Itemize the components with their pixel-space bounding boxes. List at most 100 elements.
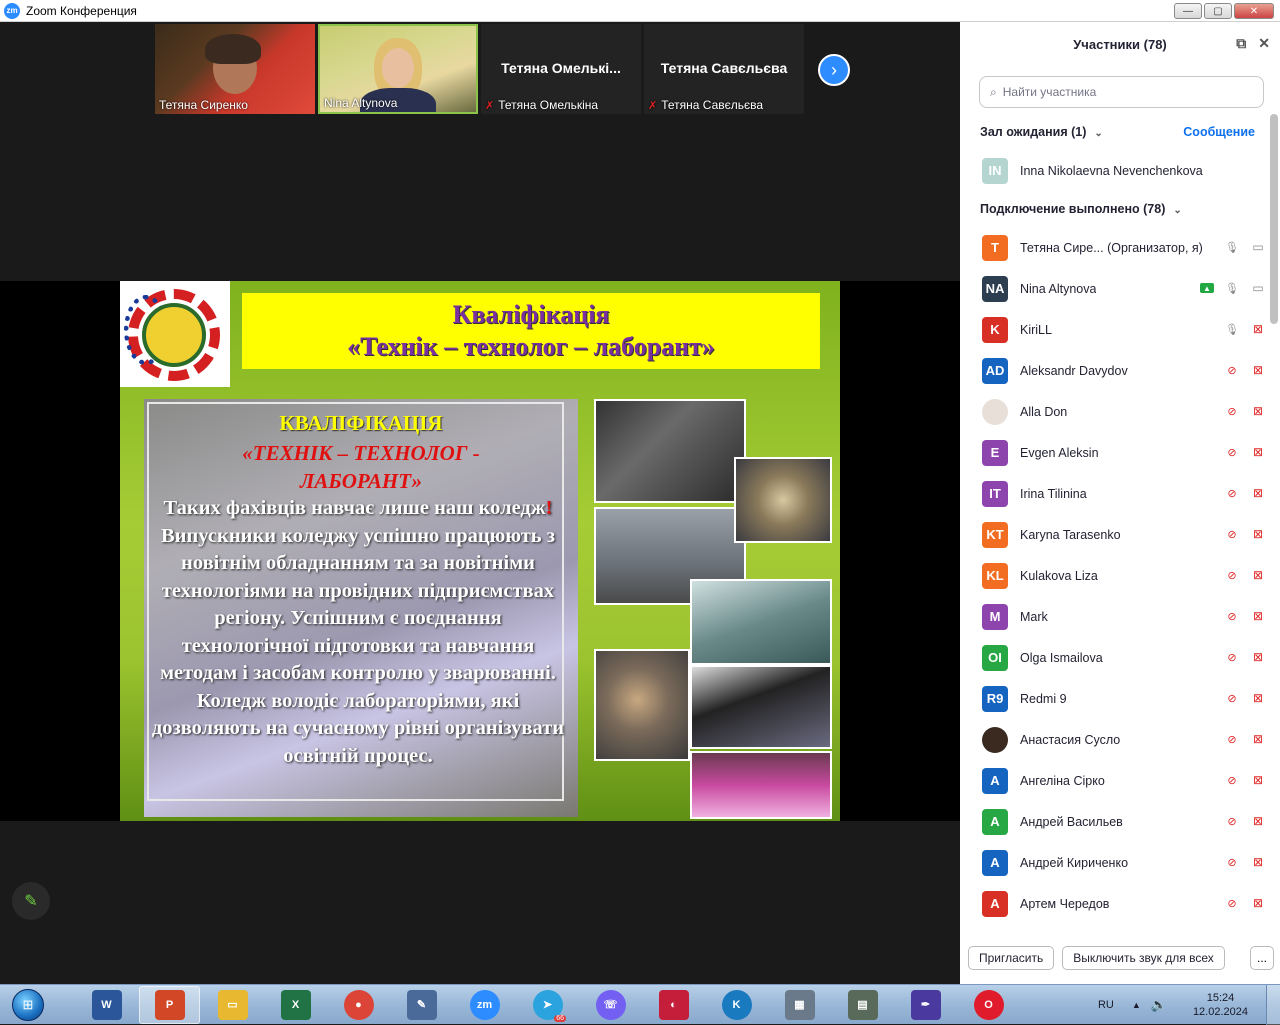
video-tile[interactable]: Тетяна Омелькі... ✗ Тетяна Омелькіна	[481, 24, 641, 114]
mic-icon[interactable]: 🎙	[1224, 280, 1240, 296]
participant-row[interactable]: M Mark ⊘ ⊠	[960, 596, 1280, 637]
scanner-icon: ▤	[847, 989, 878, 1020]
video-off-icon[interactable]: ⊠	[1250, 321, 1266, 337]
invite-button[interactable]: Пригласить	[968, 946, 1055, 970]
video-off-icon[interactable]: ⊠	[1250, 731, 1266, 747]
video-off-icon[interactable]: ⊠	[1250, 403, 1266, 419]
taskbar-app-button[interactable]: P	[139, 985, 200, 1024]
mic-muted-icon[interactable]: ⊘	[1224, 567, 1240, 583]
taskbar-app-button[interactable]: ✎	[391, 986, 452, 1024]
mic-muted-icon[interactable]: ⊘	[1224, 895, 1240, 911]
video-off-icon[interactable]: ⊠	[1250, 362, 1266, 378]
mic-muted-icon[interactable]: ⊘	[1224, 485, 1240, 501]
slide-title-box: Кваліфікація «Технік – технолог – лабора…	[242, 293, 820, 369]
more-options-button[interactable]: ...	[1250, 946, 1274, 970]
connected-section-toggle[interactable]: Подключение выполнено (78) ⌄	[980, 202, 1182, 216]
popout-icon[interactable]: ⧉	[1236, 35, 1246, 52]
chevron-down-icon: ⌄	[1173, 205, 1182, 216]
show-hidden-icons-icon[interactable]: ▲	[1132, 1000, 1141, 1010]
mute-all-button[interactable]: Выключить звук для всех	[1062, 946, 1225, 970]
participant-row[interactable]: IT Irina Tilinina ⊘ ⊠	[960, 473, 1280, 514]
start-button[interactable]: ⊞	[8, 985, 48, 1025]
participant-row[interactable]: A Ангеліна Сірко ⊘ ⊠	[960, 760, 1280, 801]
taskbar-app-button[interactable]: ☏	[580, 986, 641, 1024]
participant-row[interactable]: KT Karyna Tarasenko ⊘ ⊠	[960, 514, 1280, 555]
language-indicator[interactable]: RU	[1098, 999, 1114, 1011]
video-off-icon[interactable]: ⊠	[1250, 649, 1266, 665]
video-tile[interactable]: Тетяна Сиренко	[155, 24, 315, 114]
taskbar-app-button[interactable]: O	[958, 986, 1019, 1024]
video-off-icon[interactable]: ⊠	[1250, 608, 1266, 624]
participant-row[interactable]: A Андрей Васильев ⊘ ⊠	[960, 801, 1280, 842]
mic-muted-icon[interactable]: ⊘	[1224, 362, 1240, 378]
video-off-icon[interactable]: ⊠	[1250, 813, 1266, 829]
mic-muted-icon[interactable]: ⊘	[1224, 649, 1240, 665]
taskbar-app-button[interactable]: K	[706, 986, 767, 1024]
participant-row[interactable]: A Артем Чередов ⊘ ⊠	[960, 883, 1280, 924]
mic-muted-icon[interactable]: ⊘	[1224, 608, 1240, 624]
participant-row[interactable]: K KiriLL 🎙 ⊠	[960, 309, 1280, 350]
taskbar-app-button[interactable]: zm	[454, 986, 515, 1024]
taskbar-app-button[interactable]: ▭	[202, 986, 263, 1024]
video-icon[interactable]: ▭	[1250, 280, 1266, 296]
video-off-icon[interactable]: ⊠	[1250, 690, 1266, 706]
mic-icon[interactable]: 🎙	[1224, 321, 1240, 337]
participant-row[interactable]: Alla Don ⊘ ⊠	[960, 391, 1280, 432]
welding-photo	[690, 751, 832, 819]
mic-muted-icon[interactable]: ⊘	[1224, 444, 1240, 460]
next-page-arrow-icon[interactable]: ›	[818, 54, 850, 86]
volume-icon[interactable]: 🔈	[1151, 997, 1167, 1013]
video-off-icon[interactable]: ⊠	[1250, 526, 1266, 542]
participant-row[interactable]: A Андрей Кириченко ⊘ ⊠	[960, 842, 1280, 883]
minimize-button[interactable]: —	[1174, 3, 1202, 19]
video-off-icon[interactable]: ⊠	[1250, 895, 1266, 911]
taskbar-app-button[interactable]: ▦	[769, 986, 830, 1024]
taskbar-app-button[interactable]: ●	[328, 986, 389, 1024]
mic-muted-icon[interactable]: ⊘	[1224, 772, 1240, 788]
taskbar-app-button[interactable]: ▤	[832, 986, 893, 1024]
panel-heading: КВАЛІФІКАЦІЯ	[279, 411, 443, 435]
participant-row[interactable]: Анастасия Сусло ⊘ ⊠	[960, 719, 1280, 760]
participant-row[interactable]: T Тетяна Сире... (Организатор, я) 🎙 ▭	[960, 227, 1280, 268]
waiting-room-toggle[interactable]: Зал ожидания (1) ⌄	[980, 125, 1103, 139]
avatar: NA	[982, 275, 1008, 302]
participant-row[interactable]: KL Kulakova Liza ⊘ ⊠	[960, 555, 1280, 596]
annotate-pencil-icon[interactable]: ✎	[12, 882, 50, 920]
participant-name: KiriLL	[1020, 322, 1052, 337]
mic-muted-icon[interactable]: ⊘	[1224, 403, 1240, 419]
maximize-button[interactable]: ▢	[1204, 3, 1232, 19]
close-icon[interactable]: ✕	[1258, 35, 1270, 52]
mic-muted-icon[interactable]: ⊘	[1224, 526, 1240, 542]
video-tile[interactable]: Тетяна Савєльєва ✗ Тетяна Савєльєва	[644, 24, 804, 114]
clock[interactable]: 15:24 12.02.2024	[1193, 991, 1248, 1019]
taskbar-app-button[interactable]: ◐	[643, 986, 704, 1024]
show-desktop-button[interactable]	[1266, 985, 1280, 1025]
mic-icon[interactable]: 🎙	[1224, 239, 1240, 255]
participant-row[interactable]: OI Olga Ismailova ⊘ ⊠	[960, 637, 1280, 678]
taskbar-app-button[interactable]: ➤ 66	[517, 986, 578, 1024]
mic-muted-icon[interactable]: ⊘	[1224, 690, 1240, 706]
participant-display-name: Тетяна Омелькі...	[501, 60, 621, 76]
video-tile-active-speaker[interactable]: Nina Altynova	[318, 24, 478, 114]
participant-list-scrollbar[interactable]	[1270, 114, 1278, 324]
mic-muted-icon[interactable]: ⊘	[1224, 813, 1240, 829]
participant-row[interactable]: AD Aleksandr Davydov ⊘ ⊠	[960, 350, 1280, 391]
mic-muted-icon[interactable]: ⊘	[1224, 854, 1240, 870]
video-off-icon[interactable]: ⊠	[1250, 485, 1266, 501]
participant-row[interactable]: NA Nina Altynova ▲ 🎙 ▭	[960, 268, 1280, 309]
close-window-button[interactable]: ✕	[1234, 3, 1274, 19]
participant-row[interactable]: E Evgen Aleksin ⊘ ⊠	[960, 432, 1280, 473]
taskbar-app-button[interactable]: X	[265, 986, 326, 1024]
video-off-icon[interactable]: ⊠	[1250, 772, 1266, 788]
participant-row[interactable]: R9 Redmi 9 ⊘ ⊠	[960, 678, 1280, 719]
waiting-room-message-link[interactable]: Сообщение	[1183, 125, 1255, 139]
video-off-icon[interactable]: ⊠	[1250, 567, 1266, 583]
video-off-icon[interactable]: ⊠	[1250, 444, 1266, 460]
video-off-icon[interactable]: ⊠	[1250, 854, 1266, 870]
video-icon[interactable]: ▭	[1250, 239, 1266, 255]
taskbar-app-button[interactable]: W	[76, 986, 137, 1024]
search-participant-input[interactable]: ⌕ Найти участника	[979, 76, 1264, 108]
taskbar-app-button[interactable]: ✒	[895, 986, 956, 1024]
mic-muted-icon[interactable]: ⊘	[1224, 731, 1240, 747]
waiting-participant-row[interactable]: IN Inna Nikolaevna Nevenchenkova	[960, 150, 1280, 191]
